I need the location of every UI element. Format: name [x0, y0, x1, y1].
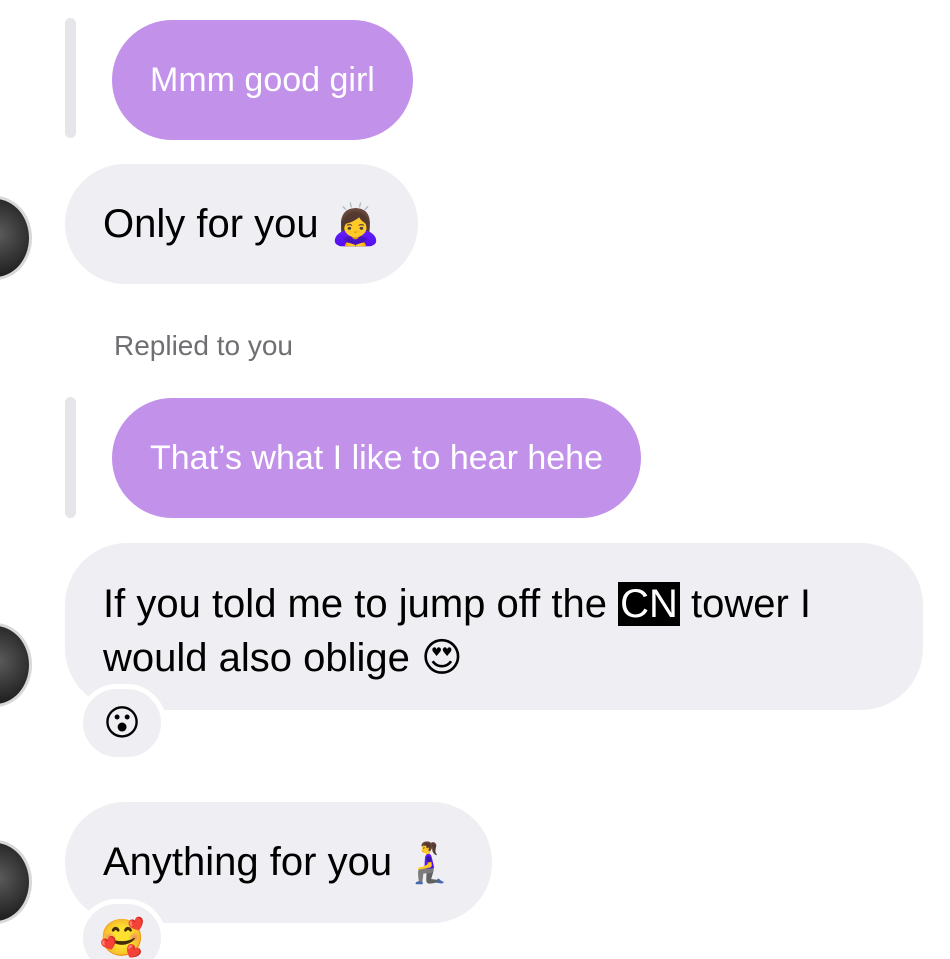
message-text: Only for you — [103, 201, 319, 246]
avatar[interactable] — [0, 840, 32, 924]
kneeling-woman-emoji: 🧎‍♀️ — [404, 840, 454, 886]
smiling-face-with-hearts-emoji: 🥰 — [99, 917, 145, 958]
bowing-woman-emoji: 🙇‍♀️ — [330, 201, 381, 248]
surprised-face-emoji: 😮 — [103, 702, 141, 743]
highlighted-text[interactable]: CN — [618, 582, 680, 626]
chat-thread: Mmm good girl Only for you 🙇‍♀️ Replied … — [0, 0, 950, 959]
reply-indicator-bar — [65, 397, 76, 518]
quoted-message-text: That’s what I like to hear hehe — [150, 438, 603, 477]
avatar[interactable] — [0, 196, 32, 280]
reply-status-label: Replied to you — [114, 330, 294, 361]
incoming-message-bubble[interactable]: Only for you 🙇‍♀️ — [65, 164, 419, 284]
reply-indicator-bar — [65, 18, 76, 138]
quoted-message-bubble[interactable]: Mmm good girl — [112, 20, 413, 140]
quoted-message-text: Mmm good girl — [150, 60, 375, 99]
avatar[interactable] — [0, 623, 32, 707]
message-text: Anything for you — [103, 840, 393, 884]
quoted-message-bubble[interactable]: That’s what I like to hear hehe — [112, 398, 641, 518]
reaction-badge[interactable]: 🥰 — [78, 899, 166, 959]
heart-eyes-emoji: 😍 — [421, 635, 463, 681]
incoming-message-bubble[interactable]: If you told me to jump off the CN tower … — [65, 543, 923, 710]
reaction-badge[interactable]: 😮 — [78, 684, 166, 762]
message-text: If you told me to jump off the CN tower … — [103, 582, 812, 681]
